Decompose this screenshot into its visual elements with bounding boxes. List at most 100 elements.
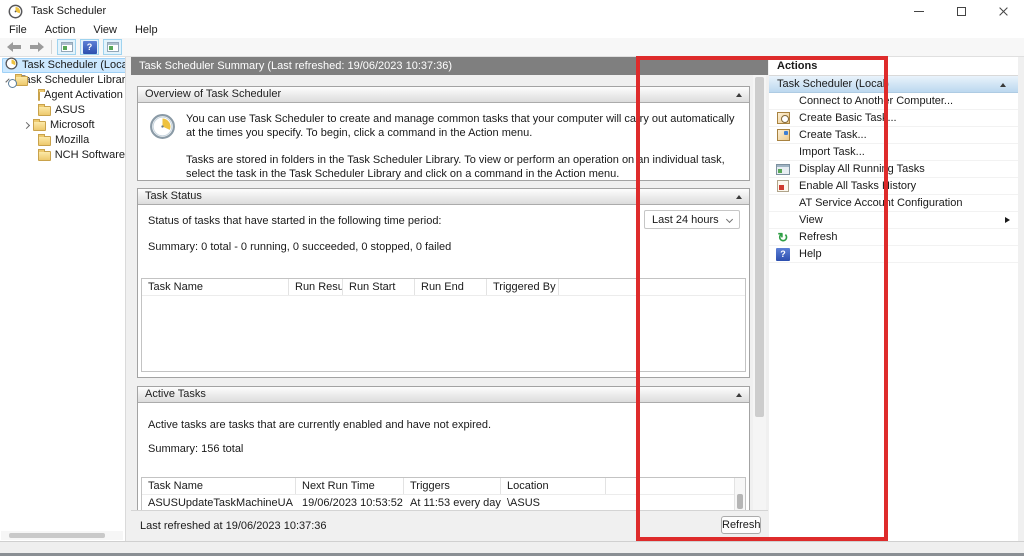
column-header[interactable]: Run Result (289, 279, 343, 295)
back-arrow-icon (6, 41, 22, 53)
column-header[interactable]: Triggers (404, 478, 501, 494)
forward-arrow-icon (29, 41, 45, 53)
folder-icon (33, 121, 46, 131)
close-button[interactable] (982, 0, 1024, 22)
horizontal-scrollbar[interactable] (1, 531, 123, 540)
column-header-filler (559, 279, 745, 295)
task-status-section-header[interactable]: Task Status (138, 189, 749, 205)
create-task-icon (776, 129, 790, 142)
action-connect-to-another-computer[interactable]: Connect to Another Computer... (769, 93, 1018, 110)
action-refresh[interactable]: ↻ Refresh (769, 229, 1018, 246)
column-header[interactable]: Next Run Time (296, 478, 404, 494)
back-button[interactable] (6, 41, 23, 54)
action-import-task[interactable]: Import Task... (769, 144, 1018, 161)
overview-clock-icon (149, 113, 176, 144)
tree-item-asus[interactable]: ASUS (0, 104, 125, 117)
tree-item-nch-software[interactable]: NCH Software (0, 149, 125, 162)
column-header[interactable]: Task Name (142, 478, 296, 494)
console-window-icon (107, 42, 119, 52)
forward-button[interactable] (29, 41, 46, 54)
action-label: Enable All Tasks History (799, 180, 916, 192)
time-period-value: Last 24 hours (652, 214, 727, 226)
table-row[interactable]: ASUSUpdateTaskMachineUA 19/06/2023 10:53… (142, 495, 745, 510)
tree-item-agent-activation[interactable]: Agent Activation Runt (0, 89, 125, 102)
submenu-arrow-icon (1005, 217, 1010, 223)
standard-view-button[interactable] (103, 39, 122, 55)
summary-header: Task Scheduler Summary (Last refreshed: … (131, 57, 768, 75)
action-view[interactable]: View (769, 212, 1018, 229)
tree-item-microsoft[interactable]: Microsoft (0, 119, 125, 132)
chevron-right-icon[interactable] (23, 122, 30, 129)
close-icon (998, 6, 1009, 17)
show-console-tree-button[interactable] (57, 39, 76, 55)
overview-section: Overview of Task Scheduler You can use T… (137, 86, 750, 181)
task-status-summary: Summary: 0 total - 0 running, 0 succeede… (148, 241, 451, 253)
column-header[interactable]: Run Start (343, 279, 415, 295)
table-vertical-scrollbar[interactable] (734, 478, 745, 510)
action-label: Create Basic Task... (799, 112, 897, 124)
overview-body: You can use Task Scheduler to create and… (138, 103, 749, 181)
collapse-button[interactable] (733, 192, 745, 202)
task-scheduler-window: Task Scheduler File Action View Help (0, 0, 1024, 541)
column-header[interactable]: Run End (415, 279, 487, 295)
collapse-button[interactable] (997, 80, 1009, 90)
screen: Task Scheduler File Action View Help (0, 0, 1024, 556)
menu-view[interactable]: View (84, 22, 126, 38)
tree-item-task-scheduler-local[interactable]: Task Scheduler (Local) (0, 59, 125, 72)
column-header[interactable]: Task Name (142, 279, 289, 295)
triangle-up-icon (736, 93, 742, 97)
maximize-button[interactable] (940, 0, 982, 22)
minimize-button[interactable] (898, 0, 940, 22)
active-tasks-section-header[interactable]: Active Tasks (138, 387, 749, 403)
overview-paragraph-1: You can use Task Scheduler to create and… (186, 112, 735, 140)
action-help[interactable]: ? Help (769, 246, 1018, 263)
actions-section-header[interactable]: Task Scheduler (Local) (769, 76, 1018, 93)
toolbar: ? (0, 38, 1024, 57)
overview-paragraph-2: Tasks are stored in folders in the Task … (186, 153, 735, 181)
help-toolbar-button[interactable]: ? (80, 39, 99, 55)
tree-item-label: Mozilla (55, 134, 89, 147)
scrollbar-thumb[interactable] (737, 494, 743, 509)
maximize-icon (957, 7, 966, 16)
menu-action[interactable]: Action (36, 22, 85, 38)
icon-placeholder (776, 214, 790, 227)
menu-help[interactable]: Help (126, 22, 167, 38)
overview-section-header[interactable]: Overview of Task Scheduler (138, 87, 749, 103)
task-name-cell: ASUSUpdateTaskMachineUA (142, 495, 296, 510)
collapse-button[interactable] (733, 90, 745, 100)
content-area: Task Scheduler (Local) Task Scheduler Li… (0, 57, 1024, 541)
column-header[interactable]: Location (501, 478, 606, 494)
tree-item-mozilla[interactable]: Mozilla (0, 134, 125, 147)
menu-bar: File Action View Help (0, 22, 1024, 38)
action-label: AT Service Account Configuration (799, 197, 962, 209)
vertical-scrollbar[interactable] (753, 75, 766, 510)
time-period-label: Status of tasks that have started in the… (148, 215, 442, 227)
action-display-all-running-tasks[interactable]: Display All Running Tasks (769, 161, 1018, 178)
folder-icon (38, 151, 51, 161)
collapse-button[interactable] (733, 390, 745, 400)
icon-placeholder (776, 197, 790, 210)
action-label: Connect to Another Computer... (799, 95, 953, 107)
console-window-icon (61, 42, 73, 52)
column-header[interactable]: Triggered By (487, 279, 559, 295)
help-icon: ? (776, 248, 790, 261)
menu-file[interactable]: File (0, 22, 36, 38)
title-bar: Task Scheduler (0, 0, 1024, 22)
tree-item-task-scheduler-library[interactable]: Task Scheduler Library (0, 74, 125, 87)
scrollbar-thumb[interactable] (755, 77, 764, 417)
toolbar-separator (51, 40, 52, 54)
location-cell: \ASUS (501, 495, 606, 510)
action-create-task[interactable]: Create Task... (769, 127, 1018, 144)
tree-item-label: NCH Software (55, 149, 125, 162)
task-status-title: Task Status (145, 190, 202, 202)
scrollbar-thumb[interactable] (9, 533, 105, 538)
action-enable-all-tasks-history[interactable]: Enable All Tasks History (769, 178, 1018, 195)
minimize-icon (914, 11, 924, 12)
action-label: Help (799, 248, 822, 260)
time-period-select[interactable]: Last 24 hours (644, 210, 740, 229)
action-at-service-account-configuration[interactable]: AT Service Account Configuration (769, 195, 1018, 212)
overview-title: Overview of Task Scheduler (145, 88, 281, 100)
refresh-button[interactable]: Refresh (721, 516, 761, 534)
action-create-basic-task[interactable]: Create Basic Task... (769, 110, 1018, 127)
active-tasks-section: Active Tasks Active tasks are tasks that… (137, 386, 750, 510)
